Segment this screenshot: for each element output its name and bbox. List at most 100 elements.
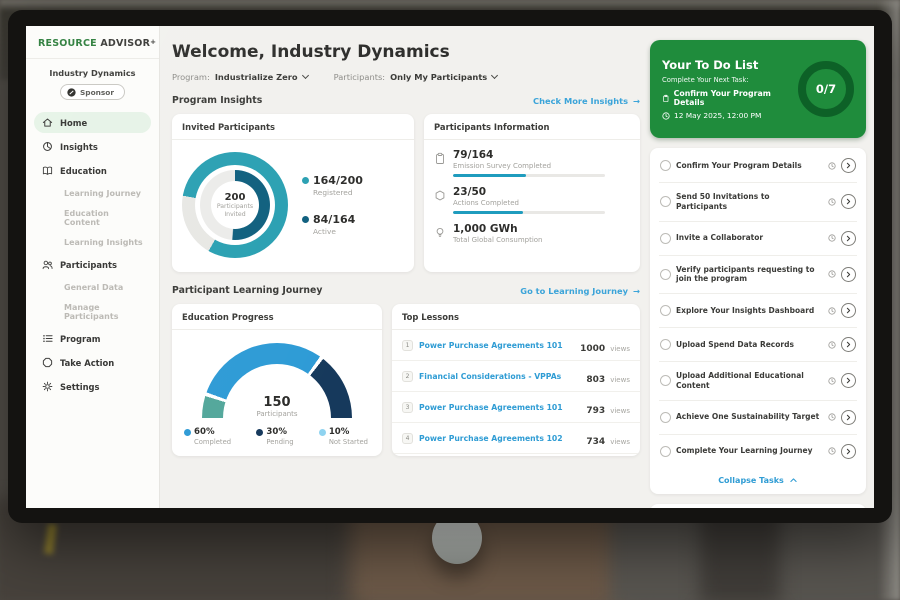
task-checkbox[interactable] [660, 375, 671, 386]
sidebar-item-learning-insights[interactable]: Learning Insights [34, 233, 151, 251]
chevron-up-icon [789, 476, 798, 484]
clock-icon [828, 341, 836, 349]
legend-value: 30% [266, 427, 293, 437]
clock-icon [828, 162, 836, 170]
sidebar-item-label: Insights [60, 142, 98, 152]
task-label: Explore Your Insights Dashboard [676, 306, 823, 316]
sidebar-item-program[interactable]: Program [34, 328, 151, 349]
stat-value: 23/50 [453, 186, 628, 198]
task-chevron-button[interactable] [841, 158, 856, 173]
participants-filter-dropdown[interactable]: Participants: Only My Participants [334, 72, 498, 82]
task-chevron-button[interactable] [841, 444, 856, 459]
task-item[interactable]: Confirm Your Program Details [659, 149, 857, 183]
sponsor-badge[interactable]: Sponsor [60, 84, 125, 100]
lesson-rank: 3 [402, 402, 413, 413]
sidebar-item-education[interactable]: Education [34, 160, 151, 181]
lesson-link[interactable]: Power Purchase Agreements 101 [419, 341, 574, 350]
todo-next-task: Confirm Your Program Details [662, 89, 798, 107]
sidebar-item-participants[interactable]: Participants [34, 254, 151, 275]
legend-dot-lightblue [319, 429, 326, 436]
lesson-views: 1000 [580, 344, 605, 354]
collapse-tasks-link[interactable]: Collapse Tasks [659, 468, 857, 492]
legend-dot-blue [184, 429, 191, 436]
task-chevron-button[interactable] [841, 303, 856, 318]
program-filter-dropdown[interactable]: Program: Industrialize Zero [172, 72, 308, 82]
sidebar-item-insights[interactable]: Insights [34, 136, 151, 157]
task-checkbox[interactable] [660, 233, 671, 244]
lesson-row: 4 Power Purchase Agreements 102 734 view… [392, 423, 640, 454]
lesson-row: 5 Power Purchase Agreements 103 600 view… [392, 454, 640, 456]
clock-icon [828, 377, 836, 385]
sidebar-item-education-content[interactable]: Education Content [34, 204, 151, 231]
clock-icon [828, 270, 836, 278]
sidebar-item-manage-participants[interactable]: Manage Participants [34, 298, 151, 325]
legend-item-pending: 30% Pending [256, 427, 293, 446]
lesson-views: 734 [586, 437, 605, 447]
sidebar-item-label: Participants [60, 260, 117, 270]
task-chevron-button[interactable] [841, 231, 856, 246]
participants-stats: 79/164 Emission Survey Completed 23/50 A… [424, 140, 640, 244]
chevron-right-icon [844, 270, 853, 279]
sidebar-item-label: Manage Participants [64, 303, 118, 321]
go-to-learning-journey-link[interactable]: Go to Learning Journey → [520, 286, 640, 296]
task-chevron-button[interactable] [841, 267, 856, 282]
lesson-link[interactable]: Financial Considerations - VPPAs [419, 372, 580, 381]
task-chevron-button[interactable] [841, 194, 856, 209]
task-item[interactable]: Explore Your Insights Dashboard [659, 294, 857, 328]
task-checkbox[interactable] [660, 446, 671, 457]
task-checkbox[interactable] [660, 269, 671, 280]
task-item[interactable]: Invite a Collaborator [659, 222, 857, 256]
sidebar-item-take-action[interactable]: Take Action [34, 352, 151, 373]
task-checkbox[interactable] [660, 160, 671, 171]
sidebar-item-home[interactable]: Home [34, 112, 151, 133]
task-item[interactable]: Achieve One Sustainability Target [659, 401, 857, 435]
section-title: Participant Learning Journey [172, 285, 322, 296]
chevron-right-icon [844, 376, 853, 385]
stat-value: 79/164 [453, 149, 628, 161]
task-chevron-button[interactable] [841, 410, 856, 425]
lightbulb-icon [434, 226, 446, 239]
sidebar-item-settings[interactable]: Settings [34, 376, 151, 397]
sidebar-item-learning-journey[interactable]: Learning Journey [34, 184, 151, 202]
lesson-views: 803 [586, 375, 605, 385]
lesson-link[interactable]: Power Purchase Agreements 102 [419, 434, 580, 443]
link-label: Go to Learning Journey [520, 286, 628, 296]
hexagon-icon [434, 189, 446, 202]
logo-secondary: ADVISOR [100, 38, 150, 49]
task-checkbox[interactable] [660, 339, 671, 350]
lesson-views: 793 [586, 406, 605, 416]
legend-value: 164/200 [313, 174, 363, 187]
legend-dot-navy [256, 429, 263, 436]
task-chevron-button[interactable] [841, 373, 856, 388]
card-title: Education Progress [172, 304, 382, 330]
task-checkbox[interactable] [660, 412, 671, 423]
task-item[interactable]: Upload Additional Educational Content [659, 362, 857, 401]
task-item[interactable]: Complete Your Learning Journey [659, 435, 857, 468]
sidebar-item-label: Education [60, 166, 107, 176]
task-checkbox[interactable] [660, 196, 671, 207]
todo-progress-ring: 0/7 [798, 61, 854, 117]
stat-label: Emission Survey Completed [453, 162, 628, 170]
logo-plus: + [150, 38, 156, 46]
legend-dot-teal [302, 177, 309, 184]
card-title: Top Lessons [392, 304, 640, 330]
todo-panel: Your To Do List Complete Your Next Task:… [650, 26, 866, 508]
task-item[interactable]: Verify participants requesting to join t… [659, 256, 857, 295]
task-label: Complete Your Learning Journey [676, 446, 823, 456]
task-chevron-button[interactable] [841, 337, 856, 352]
views-suffix: views [610, 376, 630, 384]
task-checkbox[interactable] [660, 305, 671, 316]
task-item[interactable]: Send 50 Invitations to Participants [659, 183, 857, 222]
stat-value: 1,000 GWh [453, 223, 628, 235]
task-item[interactable]: Upload Spend Data Records [659, 328, 857, 362]
stat-actions-completed: 23/50 Actions Completed [434, 186, 628, 214]
check-more-insights-link[interactable]: Check More Insights → [533, 96, 640, 106]
lesson-link[interactable]: Power Purchase Agreements 101 [419, 403, 580, 412]
legend-value: 10% [329, 427, 368, 437]
education-gauge-chart: 150 Participants [202, 343, 352, 418]
clock-icon [828, 307, 836, 315]
gauge-center-label: 150 Participants [202, 395, 352, 418]
program-insights-header: Program Insights Check More Insights → [172, 95, 640, 106]
sidebar-item-general-data[interactable]: General Data [34, 278, 151, 296]
todo-next-task-label: Confirm Your Program Details [674, 89, 798, 107]
